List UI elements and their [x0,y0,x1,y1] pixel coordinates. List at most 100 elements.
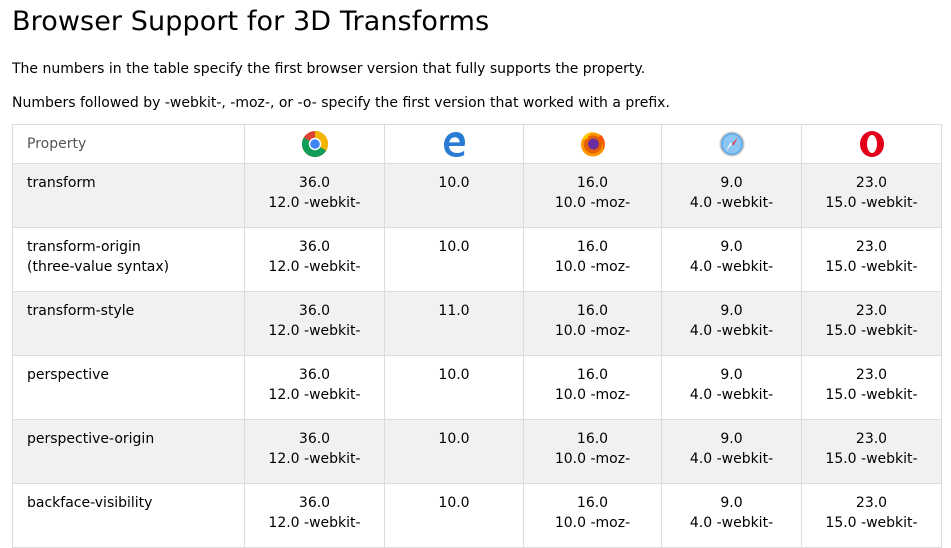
edge-column-header [384,124,524,164]
firefox-cell: 16.0 10.0 -moz- [523,291,662,356]
prefix-note: Numbers followed by -webkit-, -moz-, or … [12,95,670,111]
firefox-cell: 16.0 10.0 -moz- [523,419,662,484]
property-name: backface-visibility [27,495,153,511]
table-row: transform-style 36.0 12.0 -webkit- 11.0 … [12,291,942,356]
table-row: perspective-origin 36.0 12.0 -webkit- 10… [12,419,942,484]
opera-prefixed-version: 15.0 -webkit- [825,387,918,403]
chrome-cell: 36.0 12.0 -webkit- [244,163,385,228]
opera-version: 23.0 [855,495,888,511]
chrome-prefixed-version: 12.0 -webkit- [268,515,361,531]
table-row: transform-origin (three-value syntax) 36… [12,227,942,292]
opera-prefixed-version: 15.0 -webkit- [825,259,918,275]
safari-column-header [661,124,802,164]
safari-cell: 9.0 4.0 -webkit- [661,163,802,228]
edge-version: 11.0 [438,303,470,319]
table-row: perspective 36.0 12.0 -webkit- 10.0 16.0… [12,355,942,420]
opera-version: 23.0 [855,175,888,191]
chrome-version: 36.0 [298,239,331,255]
opera-cell: 23.0 15.0 -webkit- [801,163,942,228]
chrome-column-header [244,124,385,164]
edge-version: 10.0 [438,495,470,511]
table-header-row: Property [12,124,942,164]
safari-cell: 9.0 4.0 -webkit- [661,483,802,548]
chrome-icon [301,131,329,158]
opera-version: 23.0 [855,239,888,255]
chrome-version: 36.0 [298,431,331,447]
property-cell: transform-origin (three-value syntax) [12,227,245,292]
safari-prefixed-version: 4.0 -webkit- [689,195,774,211]
safari-version: 9.0 [720,495,743,511]
opera-version: 23.0 [855,303,888,319]
firefox-version: 16.0 [576,431,609,447]
opera-column-header [801,124,942,164]
edge-cell: 10.0 [384,227,524,292]
opera-prefixed-version: 15.0 -webkit- [825,451,918,467]
chrome-version: 36.0 [298,495,331,511]
safari-prefixed-version: 4.0 -webkit- [689,259,774,275]
opera-prefixed-version: 15.0 -webkit- [825,195,918,211]
opera-icon [858,131,886,157]
safari-prefixed-version: 4.0 -webkit- [689,515,774,531]
safari-version: 9.0 [720,431,743,447]
chrome-prefixed-version: 12.0 -webkit- [268,387,361,403]
property-name: transform [27,175,96,191]
safari-prefixed-version: 4.0 -webkit- [689,387,774,403]
property-cell: backface-visibility [12,483,245,548]
intro-note: The numbers in the table specify the fir… [12,61,646,77]
firefox-version: 16.0 [576,175,609,191]
firefox-prefixed-version: 10.0 -moz- [554,323,631,339]
table-row: backface-visibility 36.0 12.0 -webkit- 1… [12,483,942,548]
opera-cell: 23.0 15.0 -webkit- [801,291,942,356]
safari-icon [718,131,746,157]
page-title: Browser Support for 3D Transforms [12,6,490,37]
safari-version: 9.0 [720,367,743,383]
chrome-prefixed-version: 12.0 -webkit- [268,451,361,467]
edge-cell: 10.0 [384,483,524,548]
firefox-version: 16.0 [576,495,609,511]
chrome-version: 36.0 [298,367,331,383]
opera-cell: 23.0 15.0 -webkit- [801,227,942,292]
page-content: Browser Support for 3D Transforms The nu… [0,0,951,548]
safari-prefixed-version: 4.0 -webkit- [689,323,774,339]
edge-icon [440,132,468,157]
firefox-icon [579,132,607,157]
table-row: transform 36.0 12.0 -webkit- 10.0 16.0 1… [12,163,942,228]
opera-version: 23.0 [855,431,888,447]
safari-cell: 9.0 4.0 -webkit- [661,419,802,484]
safari-version: 9.0 [720,239,743,255]
safari-version: 9.0 [720,303,743,319]
safari-cell: 9.0 4.0 -webkit- [661,291,802,356]
chrome-prefixed-version: 12.0 -webkit- [268,259,361,275]
edge-cell: 10.0 [384,163,524,228]
opera-prefixed-version: 15.0 -webkit- [825,515,918,531]
property-cell: perspective [12,355,245,420]
property-name: transform-style [27,303,135,319]
edge-cell: 11.0 [384,291,524,356]
chrome-prefixed-version: 12.0 -webkit- [268,195,361,211]
property-name: perspective [27,367,110,383]
firefox-version: 16.0 [576,239,609,255]
chrome-cell: 36.0 12.0 -webkit- [244,419,385,484]
firefox-cell: 16.0 10.0 -moz- [523,227,662,292]
edge-version: 10.0 [438,367,470,383]
firefox-prefixed-version: 10.0 -moz- [554,195,631,211]
chrome-cell: 36.0 12.0 -webkit- [244,227,385,292]
property-qualifier: (three-value syntax) [27,259,170,275]
chrome-version: 36.0 [298,303,331,319]
firefox-column-header [523,124,662,164]
edge-cell: 10.0 [384,355,524,420]
safari-prefixed-version: 4.0 -webkit- [689,451,774,467]
property-column-header: Property [12,124,245,164]
firefox-prefixed-version: 10.0 -moz- [554,451,631,467]
firefox-cell: 16.0 10.0 -moz- [523,355,662,420]
chrome-prefixed-version: 12.0 -webkit- [268,323,361,339]
opera-cell: 23.0 15.0 -webkit- [801,483,942,548]
firefox-prefixed-version: 10.0 -moz- [554,387,631,403]
firefox-cell: 16.0 10.0 -moz- [523,483,662,548]
property-cell: transform-style [12,291,245,356]
chrome-cell: 36.0 12.0 -webkit- [244,483,385,548]
edge-version: 10.0 [438,239,470,255]
firefox-prefixed-version: 10.0 -moz- [554,515,631,531]
safari-cell: 9.0 4.0 -webkit- [661,227,802,292]
firefox-version: 16.0 [576,367,609,383]
